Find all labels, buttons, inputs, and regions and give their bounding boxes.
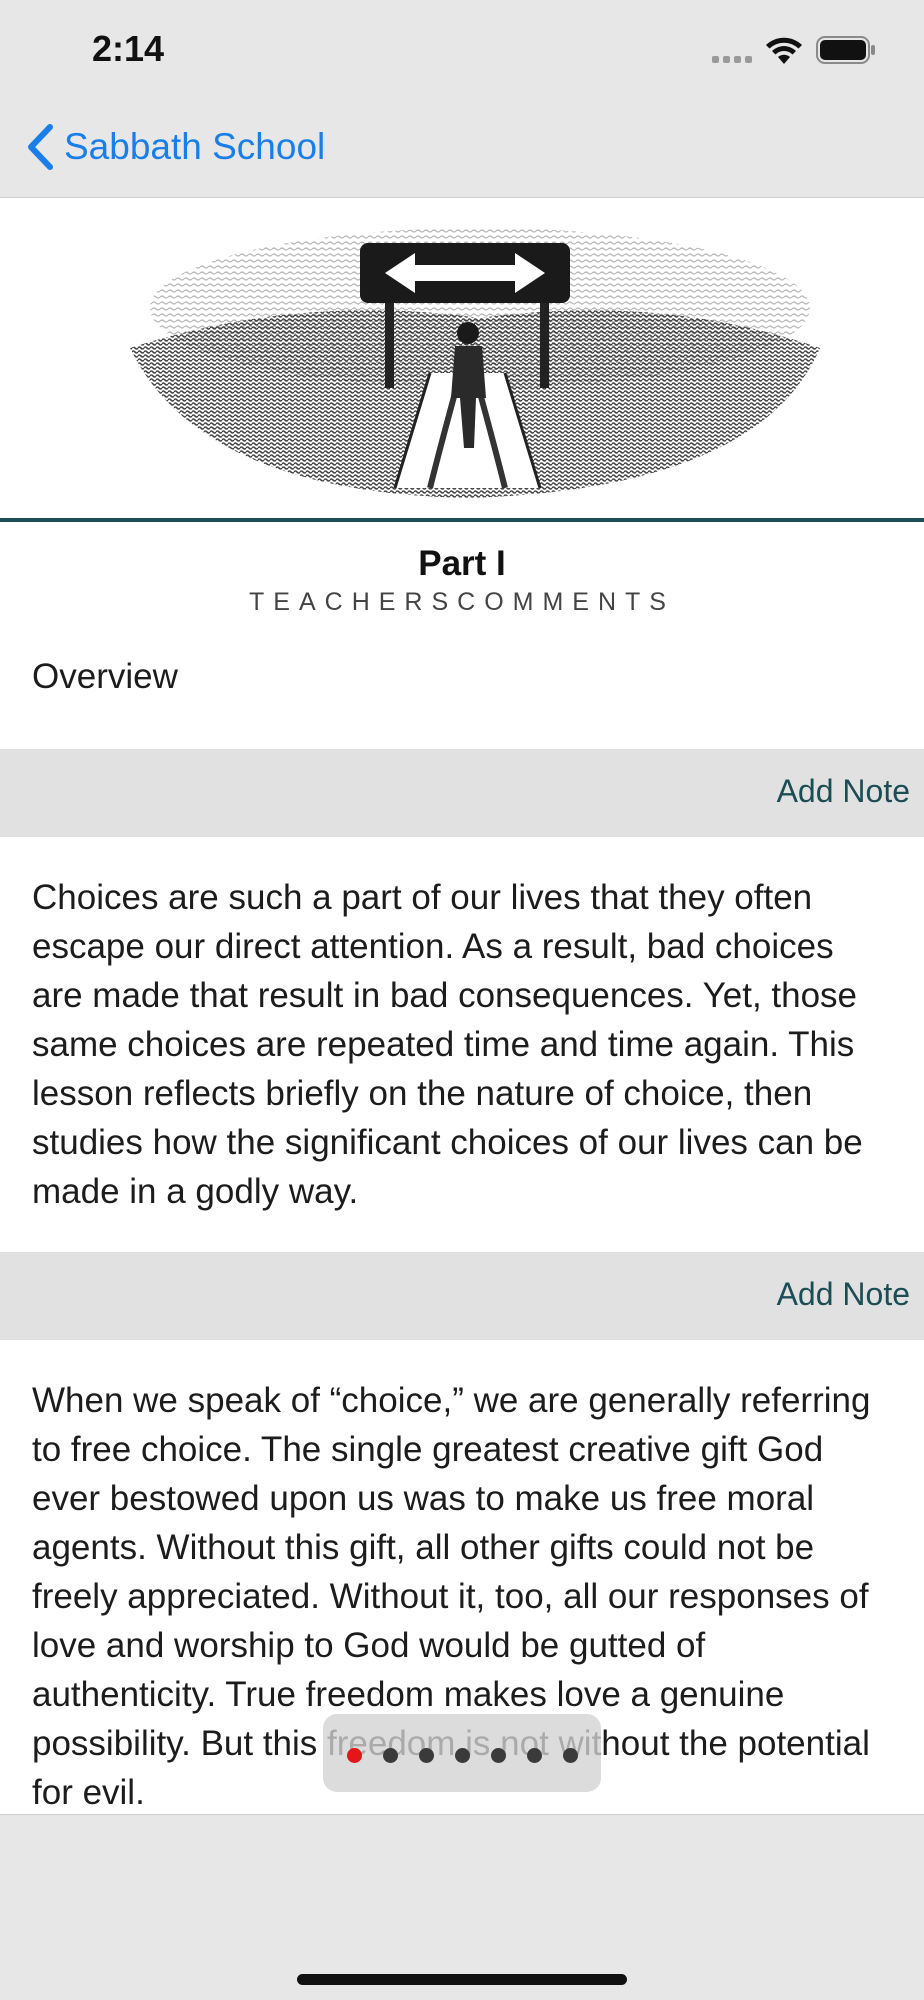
bottom-area (0, 1814, 924, 2000)
page-dot[interactable] (526, 1747, 542, 1763)
page-dot[interactable] (562, 1747, 578, 1763)
back-label: Sabbath School (64, 126, 326, 167)
page-indicator[interactable] (323, 1714, 601, 1792)
wifi-icon (766, 37, 802, 64)
back-button[interactable]: Sabbath School (26, 122, 325, 172)
home-indicator[interactable] (297, 1974, 627, 1985)
lesson-paragraph[interactable]: Choices are such a part of our lives tha… (0, 837, 924, 1252)
page-dot[interactable] (382, 1747, 398, 1763)
page-dot[interactable] (346, 1747, 362, 1763)
part-title: Part I (418, 544, 506, 583)
page-dot[interactable] (454, 1747, 470, 1763)
status-bar: 2:14 (0, 0, 924, 100)
page-dot[interactable] (418, 1747, 434, 1763)
add-note-button[interactable]: Add Note (777, 1276, 910, 1313)
battery-icon (816, 36, 875, 64)
note-bar: Add Note (0, 749, 924, 837)
status-time: 2:14 (92, 28, 165, 69)
add-note-button[interactable]: Add Note (777, 773, 910, 810)
part-subtitle: TEACHERSCOMMENTS (249, 588, 675, 616)
navigation-bar: Sabbath School (0, 100, 924, 198)
lesson-header: Part I TEACHERSCOMMENTS (0, 522, 924, 617)
note-bar: Add Note (0, 1252, 924, 1340)
overview-heading: Overview (32, 657, 178, 696)
crossroads-illustration (0, 198, 924, 522)
lesson-content[interactable]: Part I TEACHERSCOMMENTS Overview Add Not… (0, 198, 924, 1814)
chevron-left-icon (28, 124, 53, 170)
page-dot[interactable] (490, 1747, 506, 1763)
cellular-signal-icon (712, 56, 752, 63)
